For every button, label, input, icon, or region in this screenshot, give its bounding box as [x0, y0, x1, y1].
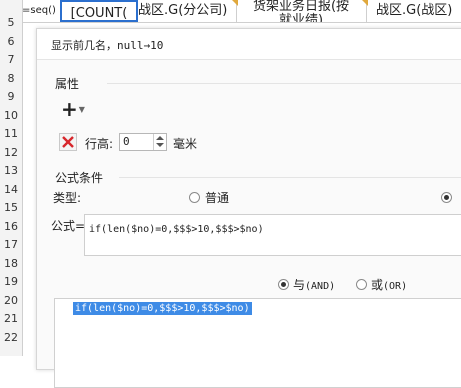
section-divider	[107, 83, 461, 84]
row-number[interactable]: 15	[0, 199, 22, 217]
logic-or-radio[interactable]	[356, 279, 367, 290]
row-number[interactable]: 5	[0, 14, 22, 32]
cell-formula[interactable]: =seq()	[22, 0, 61, 22]
row-number[interactable]: 20	[0, 292, 22, 310]
plus-icon: +	[61, 97, 78, 121]
row-number[interactable]: 11	[0, 125, 22, 143]
attributes-section-label: 属性	[55, 77, 80, 91]
logic-and-code: (AND)	[305, 281, 336, 292]
delete-icon[interactable]	[59, 133, 77, 151]
row-number[interactable]: 10	[0, 107, 22, 125]
cell-branch[interactable]: 战区.G(分公司)	[138, 0, 237, 22]
cell-count-selected[interactable]: [COUNT(	[60, 0, 138, 22]
row-height-unit: 毫米	[173, 137, 198, 151]
formula-input-value: if(len($no)=0,$$$>10,$$$>$no)	[89, 224, 264, 235]
logic-or-text: 或	[371, 278, 384, 292]
formula-input[interactable]: if(len($no)=0,$$$>10,$$$>$no)	[84, 214, 461, 256]
row-number[interactable]: 19	[0, 273, 22, 291]
formula-label: 公式=	[51, 219, 86, 233]
cell-daily-report-line2: 就业绩)	[278, 13, 324, 23]
section-divider-2	[119, 177, 461, 178]
logic-or-code: (OR)	[383, 281, 408, 292]
cell-daily-report[interactable]: 货架业务日报(按 就业绩)	[236, 0, 367, 22]
stepper-up-icon[interactable]	[156, 136, 164, 140]
row-number[interactable]: 9	[0, 88, 22, 106]
condition-list[interactable]: if(len($no)=0,$$$>10,$$$>$no)	[54, 298, 461, 388]
type-label: 类型:	[53, 191, 82, 205]
column-cells-row: =seq() [COUNT( 战区.G(分公司) 货架业务日报(按 就业绩) 战…	[22, 0, 461, 23]
logic-and-label[interactable]: 与(AND)	[293, 276, 335, 293]
row-number[interactable]: 14	[0, 181, 22, 199]
row-number[interactable]: 16	[0, 218, 22, 236]
logic-or-label[interactable]: 或(OR)	[371, 276, 407, 293]
dialog-title: 显示前几名，null→10	[51, 39, 164, 52]
row-height-stepper[interactable]: 0	[119, 133, 167, 151]
row-number[interactable]: 22	[0, 329, 22, 347]
cell-daily-report-line1: 货架业务日报(按	[252, 0, 350, 14]
type-formula-radio[interactable]	[441, 192, 452, 203]
stepper-down-icon[interactable]	[156, 143, 164, 147]
row-number[interactable]: 18	[0, 255, 22, 273]
chevron-down-icon: ▼	[78, 104, 85, 114]
row-number[interactable]: 8	[0, 70, 22, 88]
condition-list-item-selected[interactable]: if(len($no)=0,$$$>10,$$$>$no)	[73, 302, 252, 315]
row-number[interactable]: 17	[0, 236, 22, 254]
row-number[interactable]: 12	[0, 144, 22, 162]
type-normal-radio[interactable]	[189, 192, 200, 203]
logic-and-radio[interactable]	[278, 279, 289, 290]
condition-section-label: 公式条件	[55, 171, 104, 185]
row-number[interactable]: 6	[0, 33, 22, 51]
row-height-value: 0	[123, 135, 130, 148]
stepper-arrows[interactable]	[153, 134, 166, 150]
type-normal-label[interactable]: 普通	[205, 189, 229, 206]
logic-and-text: 与	[293, 278, 306, 292]
add-property-button[interactable]: + ▼	[61, 99, 91, 119]
row-number[interactable]: 7	[0, 51, 22, 69]
row-number[interactable]: 13	[0, 162, 22, 180]
row-number[interactable]: 21	[0, 310, 22, 328]
row-height-label: 行高:	[85, 137, 114, 151]
cell-zone[interactable]: 战区.G(战区)	[366, 0, 461, 22]
